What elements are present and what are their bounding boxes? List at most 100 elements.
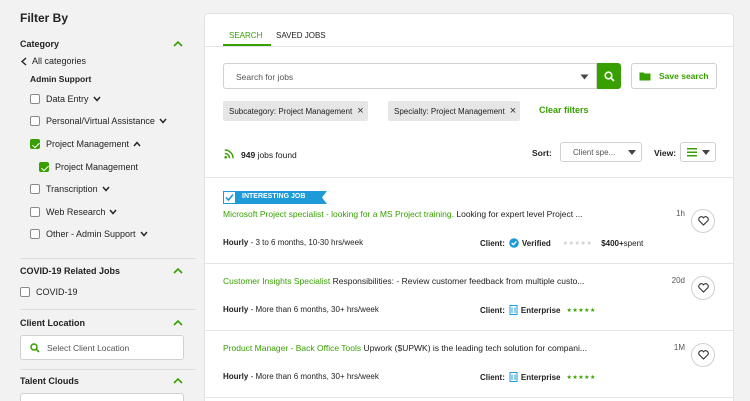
sort-label: Sort: bbox=[532, 148, 552, 158]
job-meta: Hourly - 3 to 6 months, 10-30 hrs/week bbox=[223, 238, 363, 247]
job-results-panel: SEARCH SAVED JOBS Search for jobs Save s… bbox=[204, 13, 734, 401]
category-item-label: Web Research bbox=[46, 207, 106, 217]
job-type: Hourly bbox=[223, 305, 249, 314]
checkbox[interactable] bbox=[30, 94, 40, 104]
job-title-link[interactable]: Microsoft Project specialist - looking f… bbox=[223, 209, 454, 219]
category-item-label: Personal/Virtual Assistance bbox=[46, 116, 155, 126]
job-title-link[interactable]: Product Manager - Back Office Tools bbox=[223, 343, 361, 353]
checkbox[interactable] bbox=[20, 287, 30, 297]
chevron-down-icon[interactable] bbox=[109, 209, 117, 215]
covid-title: COVID-19 Related Jobs bbox=[20, 266, 121, 276]
filter-sidebar: Filter By Category All categories Admin … bbox=[0, 0, 200, 401]
clear-filters-link[interactable]: Clear filters bbox=[539, 105, 589, 115]
covid-checkbox-item[interactable]: COVID-19 bbox=[20, 287, 78, 297]
checkbox[interactable] bbox=[30, 116, 40, 126]
building-icon bbox=[509, 372, 518, 382]
client-status: Enterprise bbox=[520, 305, 561, 315]
chevron-down-icon[interactable] bbox=[92, 96, 101, 102]
close-icon[interactable]: × bbox=[510, 105, 516, 117]
client-spent: $400+ bbox=[601, 238, 624, 248]
category-item-other-admin[interactable]: Other - Admin Support bbox=[30, 229, 148, 239]
chevron-down-icon[interactable] bbox=[102, 186, 110, 192]
save-job-button[interactable] bbox=[691, 343, 715, 367]
chevron-down-icon[interactable] bbox=[159, 118, 167, 124]
job-meta: Hourly - More than 6 months, 30+ hrs/wee… bbox=[223, 372, 379, 381]
job-meta: Hourly - More than 6 months, 30+ hrs/wee… bbox=[223, 305, 379, 314]
divider bbox=[20, 309, 196, 310]
search-icon bbox=[604, 71, 615, 82]
checkbox[interactable] bbox=[30, 229, 40, 239]
job-title-line: Product Manager - Back Office Tools Upwo… bbox=[223, 343, 638, 353]
job-duration: - 3 to 6 months, 10-30 hrs/week bbox=[248, 238, 364, 247]
client-info: Client: Enterprise ★★★★★ bbox=[480, 372, 596, 382]
category-item-web-research[interactable]: Web Research bbox=[30, 207, 117, 217]
rss-icon[interactable] bbox=[224, 149, 234, 159]
category-item-label: Data Entry bbox=[46, 94, 89, 104]
subcategory-item-project-management[interactable]: Project Management bbox=[39, 162, 138, 172]
job-description: Looking for expert level Project ... bbox=[454, 209, 583, 219]
save-search-button[interactable]: Save search bbox=[631, 63, 717, 89]
client-location-input[interactable]: Select Client Location bbox=[20, 335, 184, 360]
subcategory-item-label: Project Management bbox=[55, 162, 139, 172]
rating-stars-icon: ★★★★★ bbox=[562, 240, 593, 247]
category-item-label: Project Management bbox=[46, 139, 130, 149]
job-duration: - More than 6 months, 30+ hrs/week bbox=[248, 372, 379, 381]
heart-icon bbox=[698, 350, 709, 360]
job-title-link[interactable]: Customer Insights Specialist bbox=[223, 276, 330, 286]
client-info: Client: Enterprise ★★★★★ bbox=[480, 305, 596, 315]
category-item-personal-assistance[interactable]: Personal/Virtual Assistance bbox=[30, 116, 167, 126]
chip-label: Subcategory: Project Management bbox=[229, 106, 353, 116]
checkbox-checked[interactable] bbox=[30, 139, 40, 149]
search-placeholder: Search for jobs bbox=[236, 72, 294, 82]
chevron-left-icon bbox=[21, 56, 27, 66]
job-title-line: Customer Insights Specialist Responsibil… bbox=[223, 276, 638, 286]
category-item-project-management[interactable]: Project Management bbox=[30, 139, 141, 149]
interesting-job-badge: INTERESTING JOB bbox=[223, 190, 327, 204]
chevron-up-icon[interactable] bbox=[173, 320, 183, 326]
category-item-label: Other - Admin Support bbox=[46, 229, 136, 239]
divider bbox=[205, 263, 733, 264]
tab-search[interactable]: SEARCH bbox=[229, 31, 262, 40]
talent-clouds-input[interactable] bbox=[20, 393, 184, 401]
divider bbox=[205, 330, 733, 331]
client-label: Client: bbox=[480, 238, 505, 248]
job-duration: - More than 6 months, 30+ hrs/week bbox=[248, 305, 379, 314]
chevron-down-icon[interactable] bbox=[140, 231, 148, 237]
client-status: Verified bbox=[521, 238, 551, 248]
tab-saved-jobs[interactable]: SAVED JOBS bbox=[276, 31, 326, 40]
category-item-data-entry[interactable]: Data Entry bbox=[30, 94, 101, 104]
chevron-up-icon[interactable] bbox=[173, 268, 183, 274]
talent-clouds-title: Talent Clouds bbox=[20, 376, 79, 386]
save-job-button[interactable] bbox=[691, 276, 715, 300]
job-age: 1h bbox=[676, 209, 685, 218]
checkbox[interactable] bbox=[30, 207, 40, 217]
caret-down-icon[interactable] bbox=[580, 74, 589, 80]
client-label: Client: bbox=[480, 305, 505, 315]
view-label: View: bbox=[654, 148, 677, 158]
chevron-up-icon[interactable] bbox=[133, 141, 141, 147]
save-job-button[interactable] bbox=[691, 209, 715, 233]
checkbox-checked[interactable] bbox=[39, 162, 49, 172]
chevron-up-icon[interactable] bbox=[173, 41, 183, 47]
save-search-label: Save search bbox=[659, 71, 709, 81]
category-item-transcription[interactable]: Transcription bbox=[30, 184, 110, 194]
all-categories-link[interactable]: All categories bbox=[21, 56, 86, 66]
job-search-input[interactable]: Search for jobs bbox=[223, 63, 597, 89]
rating-stars-icon: ★★★★★ bbox=[566, 374, 596, 381]
checkbox[interactable] bbox=[30, 184, 40, 194]
category-group: Admin Support bbox=[30, 74, 92, 84]
job-title-line: Microsoft Project specialist - looking f… bbox=[223, 209, 638, 219]
search-button[interactable] bbox=[597, 63, 621, 89]
badge-label: INTERESTING JOB bbox=[242, 193, 306, 200]
job-description: Upwork ($UPWK) is the leading tech solut… bbox=[361, 343, 587, 353]
view-select[interactable] bbox=[680, 142, 716, 162]
close-icon[interactable]: × bbox=[357, 105, 363, 117]
sort-select[interactable]: Client spe... bbox=[560, 142, 642, 162]
heart-icon bbox=[698, 216, 709, 226]
job-description: Responsibilities: - Review customer feed… bbox=[330, 276, 585, 286]
client-label: Client: bbox=[480, 372, 505, 382]
caret-down-icon bbox=[628, 150, 636, 155]
chevron-up-icon[interactable] bbox=[173, 378, 183, 384]
list-view-icon bbox=[687, 148, 697, 157]
filter-title: Filter By bbox=[20, 11, 69, 25]
